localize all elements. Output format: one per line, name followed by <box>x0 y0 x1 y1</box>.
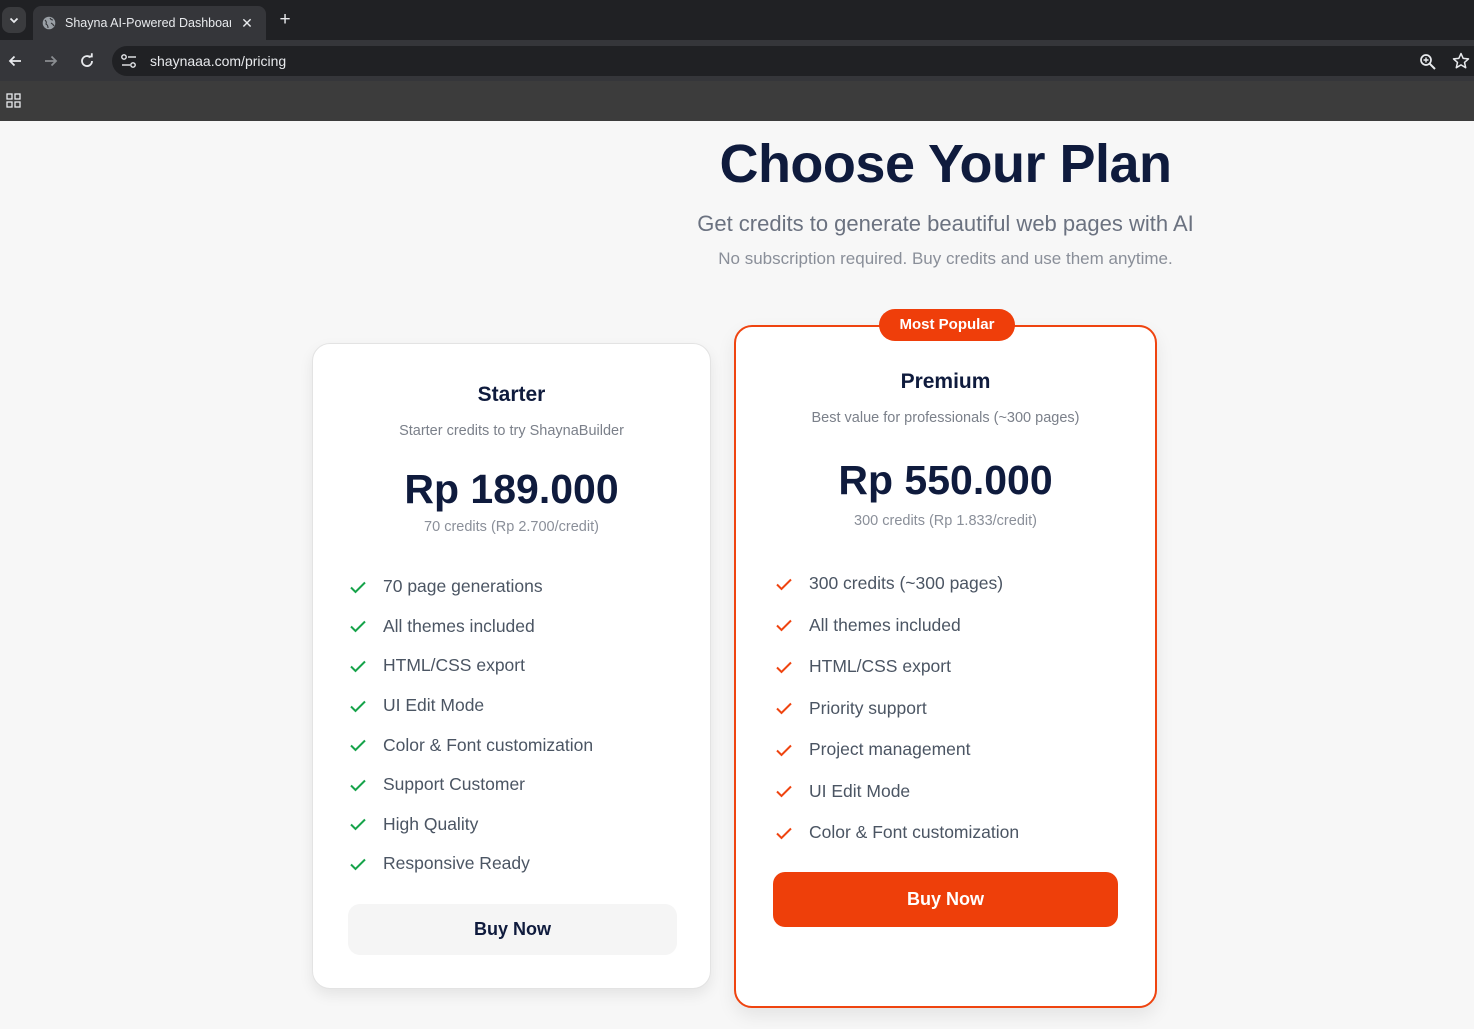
address-bar[interactable]: shaynaaa.com/pricing <box>112 46 1474 76</box>
feature-label: Color & Font customization <box>383 734 594 755</box>
plan-card-starter: Starter Starter credits to try ShaynaBui… <box>312 343 711 989</box>
page-title: Choose Your Plan <box>719 134 1172 194</box>
feature-item: High Quality <box>349 805 593 845</box>
zoom-icon[interactable] <box>1419 53 1437 71</box>
feature-label: UI Edit Mode <box>383 695 485 716</box>
check-icon <box>350 819 366 831</box>
check-icon <box>350 700 366 712</box>
buy-now-button-premium[interactable]: Buy Now <box>773 872 1118 927</box>
tab-strip: Shayna AI-Powered Dashboard ✕ + <box>0 0 1474 40</box>
feature-label: Support Customer <box>383 774 526 795</box>
feature-item: Support Customer <box>349 765 593 805</box>
feature-label: All themes included <box>809 614 961 635</box>
feature-item: Priority support <box>775 688 1019 730</box>
feature-item: All themes included <box>775 605 1019 647</box>
feature-item: HTML/CSS export <box>349 646 593 686</box>
back-arrow-icon <box>8 55 21 67</box>
feature-item: 300 credits (~300 pages) <box>775 563 1019 605</box>
feature-label: Project management <box>809 739 971 760</box>
feature-label: HTML/CSS export <box>383 655 525 676</box>
feature-label: UI Edit Mode <box>809 780 911 801</box>
check-icon <box>776 744 792 757</box>
feature-item: UI Edit Mode <box>349 686 593 726</box>
check-icon <box>776 578 792 591</box>
check-icon <box>776 620 792 632</box>
check-icon <box>350 621 366 633</box>
feature-label: All themes included <box>383 615 535 636</box>
feature-item: Responsive Ready <box>349 844 593 884</box>
feature-label: Priority support <box>809 697 927 718</box>
plan-credits: 70 credits (Rp 2.700/credit) <box>424 519 599 535</box>
most-popular-badge: Most Popular <box>879 309 1015 341</box>
check-icon <box>350 660 366 673</box>
tab-title: Shayna AI-Powered Dashboard <box>65 16 231 30</box>
feature-label: Color & Font customization <box>809 822 1020 843</box>
feature-list: 300 credits (~300 pages) All themes incl… <box>775 563 1019 854</box>
check-icon <box>776 786 792 798</box>
back-button[interactable] <box>4 50 26 72</box>
feature-list: 70 page generations All themes included … <box>349 567 593 884</box>
pricing-page: Choose Your Plan Get credits to generate… <box>0 121 1474 1029</box>
reload-button[interactable] <box>76 50 98 72</box>
check-icon <box>350 581 366 594</box>
feature-label: 70 page generations <box>383 576 543 597</box>
chevron-down-icon <box>9 17 19 24</box>
plan-credits: 300 credits (Rp 1.833/credit) <box>854 513 1037 529</box>
plan-name: Starter <box>477 383 546 406</box>
plan-description: Starter credits to try ShaynaBuilder <box>399 423 624 439</box>
page-subtitle: Get credits to generate beautiful web pa… <box>697 211 1194 236</box>
page-note: No subscription required. Buy credits an… <box>718 249 1173 268</box>
plan-card-premium: Most Popular Premium Best value for prof… <box>734 309 1157 1008</box>
feature-label: HTML/CSS export <box>809 656 951 677</box>
url-text[interactable]: shaynaaa.com/pricing <box>150 53 286 69</box>
bookmarks-bar <box>0 81 1474 121</box>
plan-price: Rp 550.000 <box>838 457 1053 503</box>
forward-button[interactable] <box>40 50 62 72</box>
apps-icon[interactable] <box>6 93 21 108</box>
forward-arrow-icon <box>45 55 58 67</box>
feature-item: UI Edit Mode <box>775 771 1019 813</box>
feature-item: Color & Font customization <box>775 812 1019 854</box>
buy-now-button-starter[interactable]: Buy Now <box>348 904 677 955</box>
check-icon <box>776 703 792 715</box>
browser-toolbar: shaynaaa.com/pricing <box>0 40 1474 81</box>
tab-search-button[interactable] <box>2 7 26 33</box>
check-icon <box>350 739 366 752</box>
check-icon <box>350 858 366 871</box>
feature-item: HTML/CSS export <box>775 646 1019 688</box>
plan-price: Rp 189.000 <box>404 466 619 512</box>
reload-icon <box>81 53 93 67</box>
check-icon <box>776 827 792 840</box>
feature-item: 70 page generations <box>349 567 593 607</box>
site-info-icon[interactable] <box>120 53 138 69</box>
check-icon <box>350 779 366 792</box>
feature-label: 300 credits (~300 pages) <box>809 573 1004 594</box>
globe-icon <box>42 16 56 30</box>
feature-item: Project management <box>775 729 1019 771</box>
plan-name: Premium <box>900 370 991 393</box>
close-icon[interactable]: ✕ <box>240 15 254 32</box>
browser-tab[interactable]: Shayna AI-Powered Dashboard ✕ <box>33 6 266 40</box>
plus-icon[interactable]: + <box>274 10 296 32</box>
feature-label: High Quality <box>383 813 479 834</box>
check-icon <box>776 661 792 674</box>
plan-description: Best value for professionals (~300 pages… <box>811 410 1080 426</box>
feature-label: Responsive Ready <box>383 853 530 874</box>
feature-item: Color & Font customization <box>349 725 593 765</box>
star-icon[interactable] <box>1452 52 1470 70</box>
feature-item: All themes included <box>349 607 593 647</box>
